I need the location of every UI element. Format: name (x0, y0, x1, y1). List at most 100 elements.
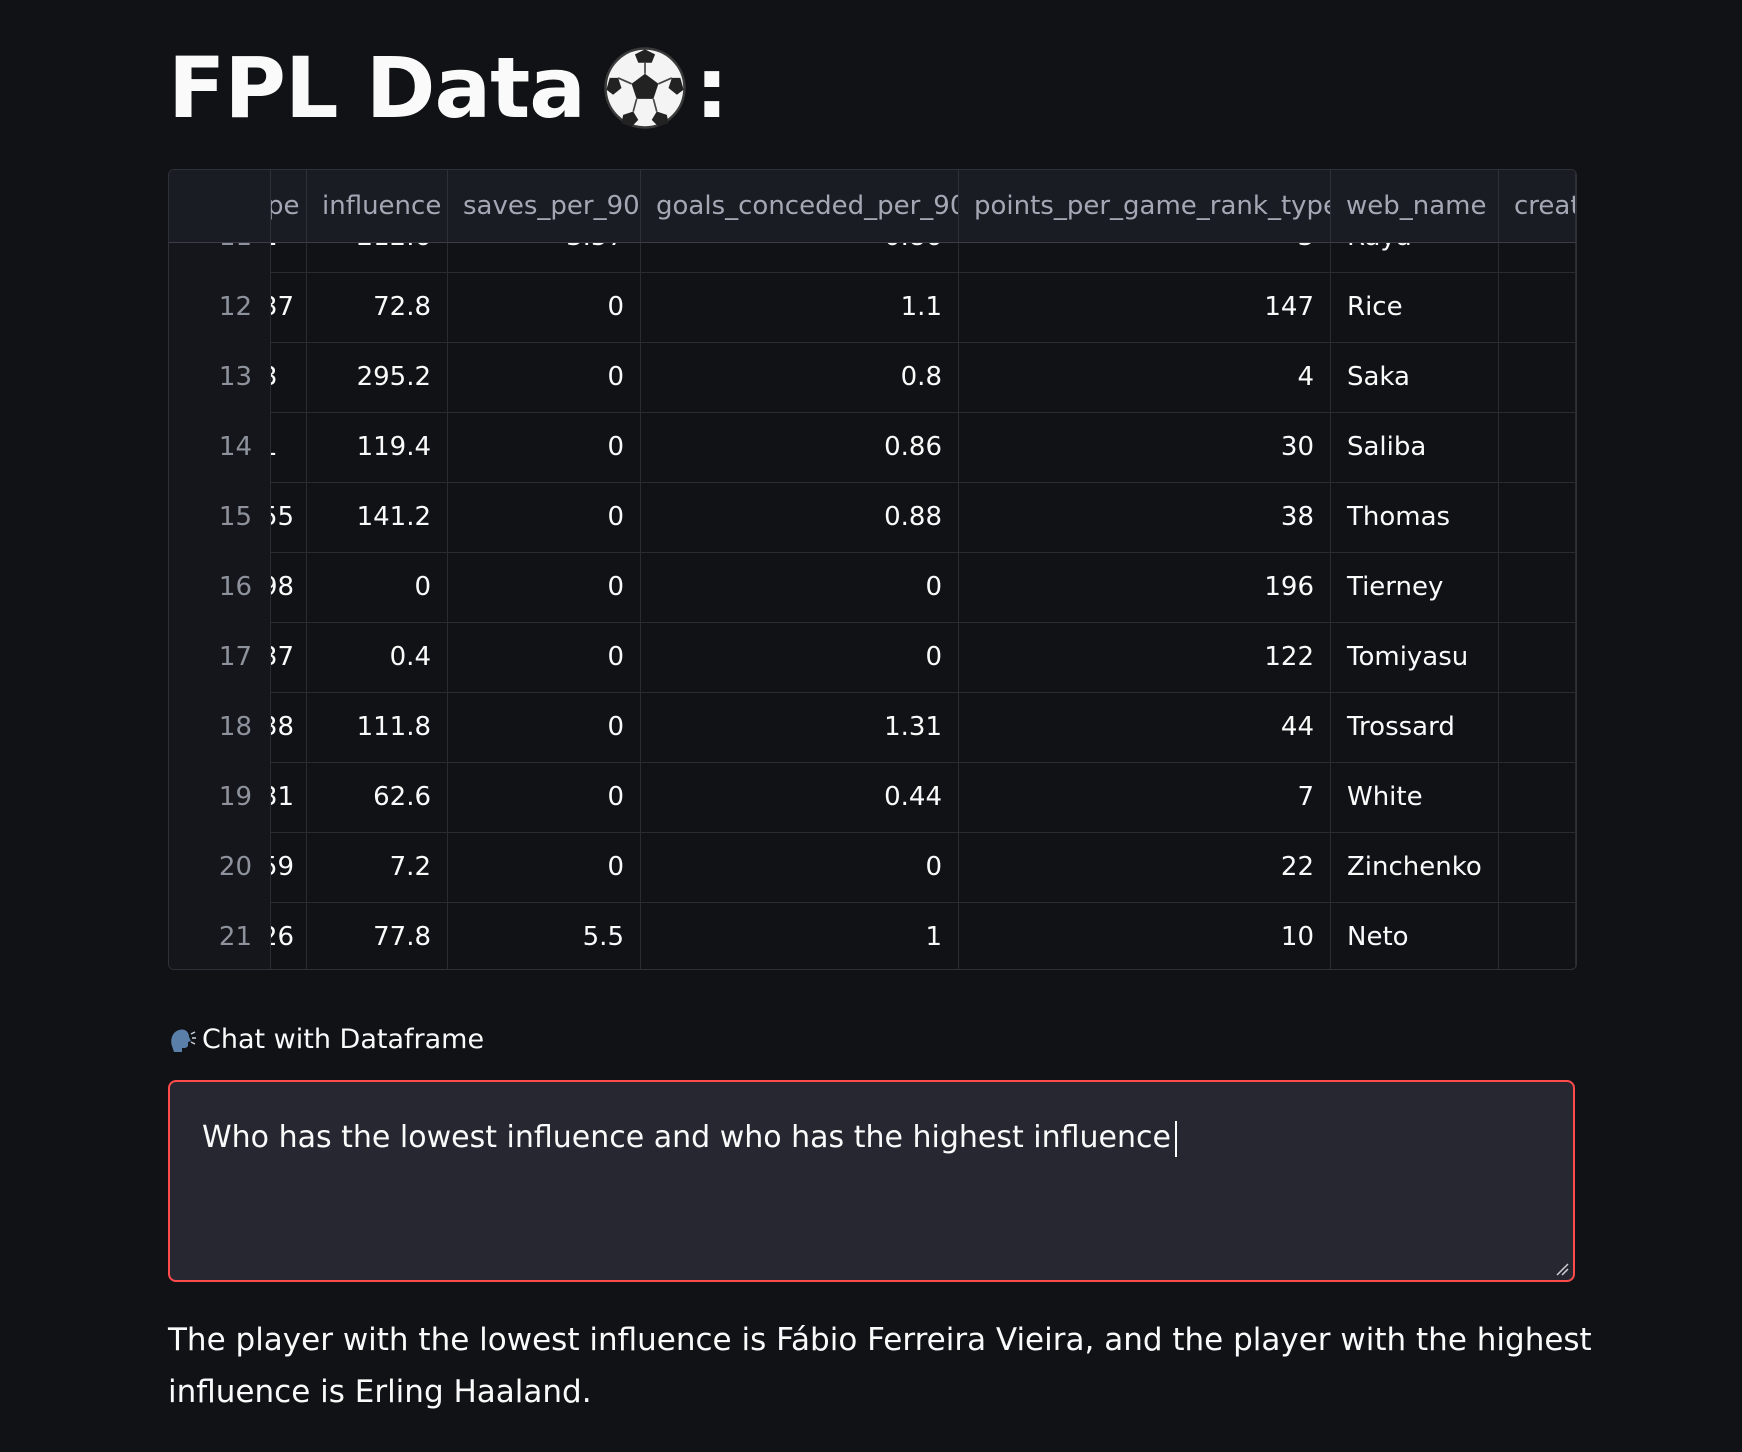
cell-clipped[interactable]: 59 (271, 832, 307, 902)
cell-creat[interactable] (1499, 272, 1576, 342)
cell-index[interactable]: 20 (169, 832, 271, 902)
cell-creat[interactable] (1499, 482, 1576, 552)
cell-web-name[interactable]: Tierney (1331, 552, 1499, 622)
column-header-points-per-game-rank-type[interactable]: points_per_game_rank_type (959, 170, 1331, 242)
cell-creat[interactable] (1499, 762, 1576, 832)
cell-index[interactable]: 18 (169, 692, 271, 762)
cell-web-name[interactable]: Raya (1331, 242, 1499, 272)
cell-points-per-game-rank-type[interactable]: 22 (959, 832, 1331, 902)
cell-creat[interactable] (1499, 692, 1576, 762)
cell-clipped[interactable]: 1 (271, 242, 307, 272)
cell-points-per-game-rank-type[interactable]: 122 (959, 622, 1331, 692)
cell-web-name[interactable]: White (1331, 762, 1499, 832)
column-header-influence[interactable]: influence (307, 170, 448, 242)
cell-clipped[interactable]: 38 (271, 692, 307, 762)
cell-influence[interactable]: 212.6 (307, 242, 448, 272)
cell-web-name[interactable]: Saliba (1331, 412, 1499, 482)
cell-saves-per-90[interactable]: 3.57 (448, 242, 641, 272)
cell-index[interactable]: 19 (169, 762, 271, 832)
cell-influence[interactable]: 295.2 (307, 342, 448, 412)
cell-saves-per-90[interactable]: 0 (448, 482, 641, 552)
cell-saves-per-90[interactable]: 0 (448, 552, 641, 622)
cell-index[interactable]: 13 (169, 342, 271, 412)
cell-influence[interactable]: 0.4 (307, 622, 448, 692)
cell-points-per-game-rank-type[interactable]: 30 (959, 412, 1331, 482)
cell-index[interactable]: 21 (169, 902, 271, 969)
cell-influence[interactable]: 141.2 (307, 482, 448, 552)
cell-clipped[interactable]: 31 (271, 762, 307, 832)
column-header-clipped[interactable]: pe (271, 170, 307, 242)
cell-clipped[interactable]: 3 (271, 342, 307, 412)
cell-saves-per-90[interactable]: 0 (448, 832, 641, 902)
table-row[interactable]: 193162.600.447White (169, 762, 1576, 833)
cell-goals-conceded-per-90[interactable]: 0 (641, 552, 959, 622)
cell-goals-conceded-per-90[interactable]: 0 (641, 832, 959, 902)
cell-goals-conceded-per-90[interactable]: 1.31 (641, 692, 959, 762)
table-row[interactable]: 212677.85.5110Neto (169, 902, 1576, 969)
cell-creat[interactable] (1499, 342, 1576, 412)
cell-web-name[interactable]: Zinchenko (1331, 832, 1499, 902)
cell-saves-per-90[interactable]: 0 (448, 622, 641, 692)
cell-index[interactable]: 15 (169, 482, 271, 552)
cell-goals-conceded-per-90[interactable]: 1 (641, 902, 959, 969)
table-row[interactable]: 111212.63.570.863Raya (169, 242, 1576, 273)
table-row[interactable]: 1838111.801.3144Trossard (169, 692, 1576, 763)
cell-creat[interactable] (1499, 832, 1576, 902)
cell-web-name[interactable]: Tomiyasu (1331, 622, 1499, 692)
cell-influence[interactable]: 62.6 (307, 762, 448, 832)
cell-saves-per-90[interactable]: 0 (448, 762, 641, 832)
column-header-goals-conceded-per-90[interactable]: goals_conceded_per_90 (641, 170, 959, 242)
cell-web-name[interactable]: Saka (1331, 342, 1499, 412)
cell-influence[interactable]: 111.8 (307, 692, 448, 762)
column-header-saves-per-90[interactable]: saves_per_90 (448, 170, 641, 242)
cell-clipped[interactable]: 26 (271, 902, 307, 969)
cell-points-per-game-rank-type[interactable]: 7 (959, 762, 1331, 832)
cell-influence[interactable]: 0 (307, 552, 448, 622)
cell-clipped[interactable]: 37 (271, 622, 307, 692)
cell-web-name[interactable]: Trossard (1331, 692, 1499, 762)
cell-goals-conceded-per-90[interactable]: 0 (641, 622, 959, 692)
cell-points-per-game-rank-type[interactable]: 44 (959, 692, 1331, 762)
cell-creat[interactable] (1499, 242, 1576, 272)
chat-input[interactable]: Who has the lowest influence and who has… (168, 1080, 1575, 1282)
cell-points-per-game-rank-type[interactable]: 147 (959, 272, 1331, 342)
dataframe-table[interactable]: peinfluencesaves_per_90goals_conceded_pe… (168, 169, 1577, 970)
cell-goals-conceded-per-90[interactable]: 0.8 (641, 342, 959, 412)
cell-influence[interactable]: 77.8 (307, 902, 448, 969)
table-row[interactable]: 17370.400122Tomiyasu (169, 622, 1576, 693)
column-header-index[interactable] (169, 170, 271, 242)
table-row[interactable]: 1555141.200.8838Thomas (169, 482, 1576, 553)
table-row[interactable]: 20597.20022Zinchenko (169, 832, 1576, 903)
cell-clipped[interactable]: 98 (271, 552, 307, 622)
cell-index[interactable]: 16 (169, 552, 271, 622)
cell-index[interactable]: 12 (169, 272, 271, 342)
table-row[interactable]: 1698000196Tierney (169, 552, 1576, 623)
cell-saves-per-90[interactable]: 0 (448, 692, 641, 762)
cell-points-per-game-rank-type[interactable]: 196 (959, 552, 1331, 622)
cell-creat[interactable] (1499, 622, 1576, 692)
cell-web-name[interactable]: Rice (1331, 272, 1499, 342)
table-row[interactable]: 141119.400.8630Saliba (169, 412, 1576, 483)
cell-goals-conceded-per-90[interactable]: 0.86 (641, 412, 959, 482)
cell-goals-conceded-per-90[interactable]: 0.88 (641, 482, 959, 552)
table-row[interactable]: 133295.200.84Saka (169, 342, 1576, 413)
cell-web-name[interactable]: Neto (1331, 902, 1499, 969)
cell-goals-conceded-per-90[interactable]: 0.44 (641, 762, 959, 832)
cell-creat[interactable] (1499, 552, 1576, 622)
cell-index[interactable]: 17 (169, 622, 271, 692)
cell-index[interactable]: 14 (169, 412, 271, 482)
resize-handle-icon[interactable] (1555, 1262, 1569, 1276)
cell-points-per-game-rank-type[interactable]: 4 (959, 342, 1331, 412)
cell-influence[interactable]: 7.2 (307, 832, 448, 902)
cell-index[interactable]: 11 (169, 242, 271, 272)
cell-influence[interactable]: 72.8 (307, 272, 448, 342)
cell-points-per-game-rank-type[interactable]: 10 (959, 902, 1331, 969)
table-row[interactable]: 123772.801.1147Rice (169, 272, 1576, 343)
cell-goals-conceded-per-90[interactable]: 1.1 (641, 272, 959, 342)
cell-saves-per-90[interactable]: 0 (448, 272, 641, 342)
cell-creat[interactable] (1499, 902, 1576, 969)
cell-saves-per-90[interactable]: 5.5 (448, 902, 641, 969)
table-body[interactable]: 111212.63.570.863Raya123772.801.1147Rice… (169, 242, 1576, 969)
cell-web-name[interactable]: Thomas (1331, 482, 1499, 552)
cell-influence[interactable]: 119.4 (307, 412, 448, 482)
